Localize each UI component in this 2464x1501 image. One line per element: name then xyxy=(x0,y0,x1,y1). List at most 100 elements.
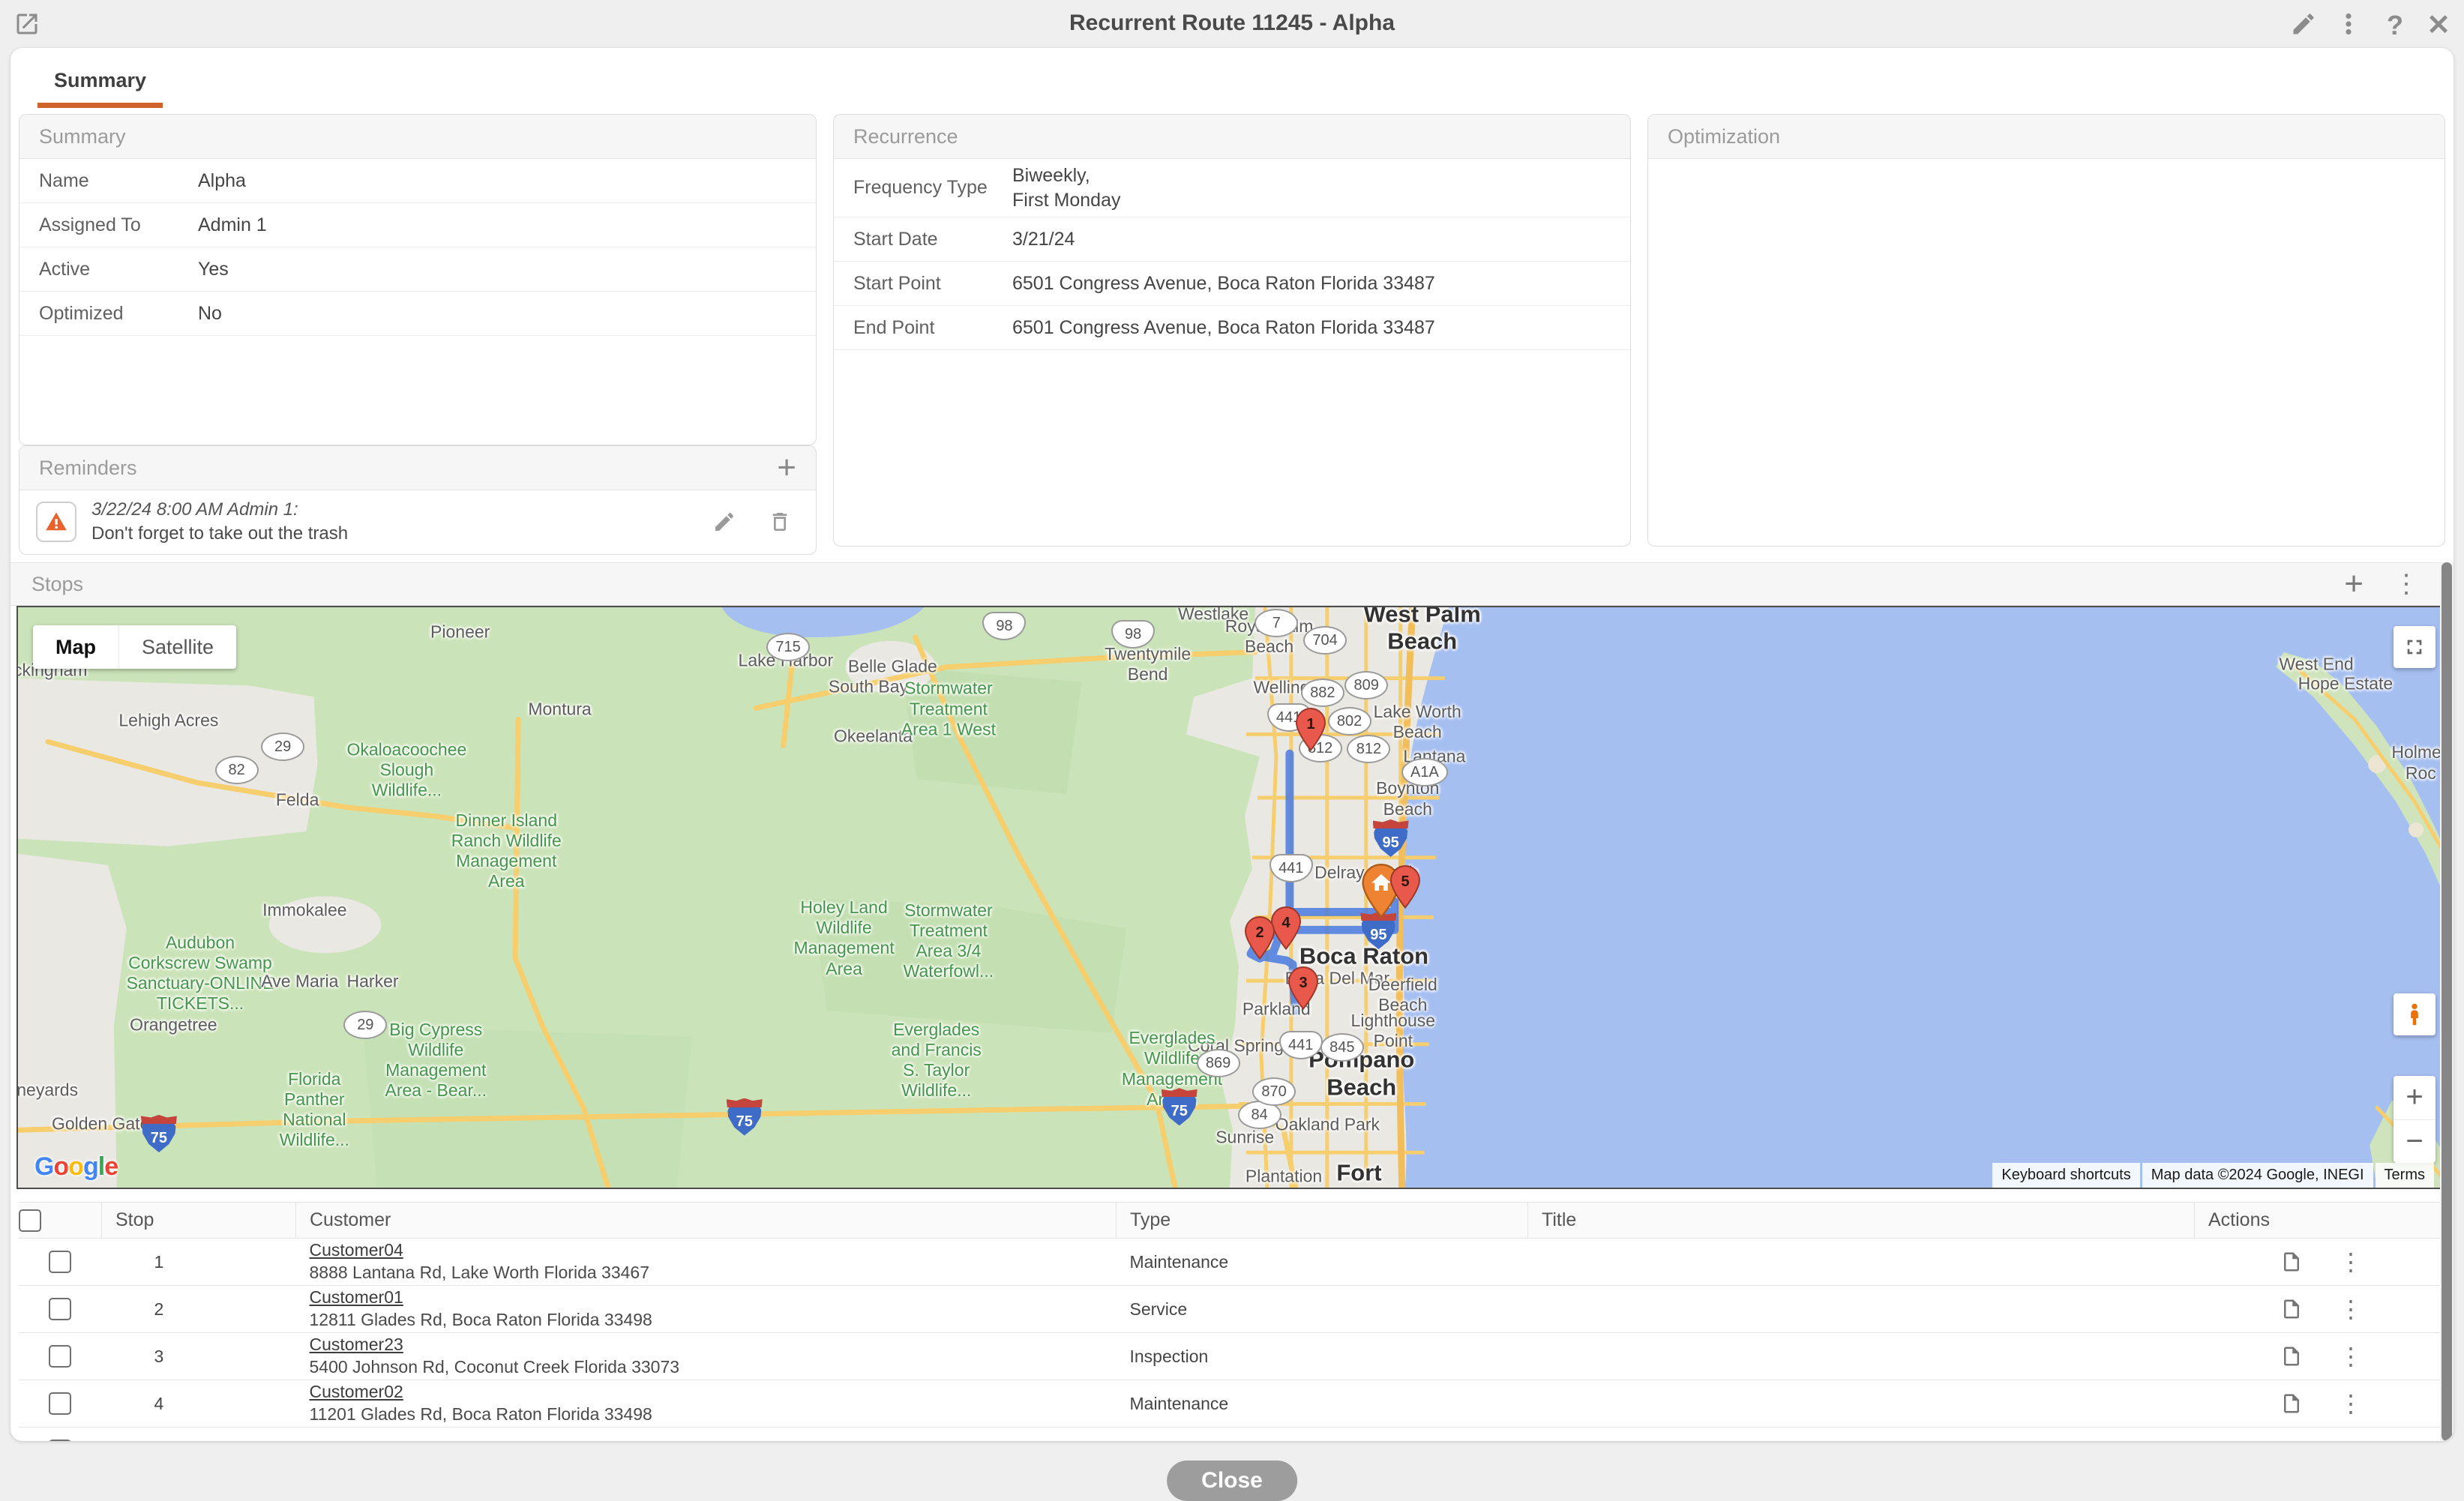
close-button[interactable]: Close xyxy=(1167,1461,1297,1501)
add-stop-button[interactable]: + xyxy=(2344,565,2364,603)
street-view-pegman[interactable] xyxy=(2394,993,2436,1035)
terms-link[interactable]: Terms xyxy=(2376,1163,2434,1188)
col-header-customer: Customer xyxy=(296,1203,1117,1239)
customer-link[interactable]: Customer01 xyxy=(310,1287,403,1309)
document-icon[interactable] xyxy=(2280,1298,2303,1320)
row-more-icon[interactable]: ⋮ xyxy=(2339,1392,2363,1415)
summary-row-active: Active Yes xyxy=(19,247,816,292)
stops-more-icon[interactable]: ⋮ xyxy=(2394,569,2419,599)
row-more-icon[interactable]: ⋮ xyxy=(2339,1251,2363,1273)
route-shield: 7 xyxy=(1254,609,1298,637)
close-window-icon[interactable]: ✕ xyxy=(2424,10,2454,40)
stop-title xyxy=(1528,1380,2195,1428)
stops-title: Stops xyxy=(31,573,83,596)
route-shield: 704 xyxy=(1303,626,1347,655)
zoom-out-button[interactable]: − xyxy=(2394,1120,2436,1164)
map-type-satellite-button[interactable]: Satellite xyxy=(118,625,236,669)
document-icon[interactable] xyxy=(2280,1251,2303,1273)
route-shield: 869 xyxy=(1197,1049,1240,1077)
stop-number: 3 xyxy=(102,1333,296,1380)
field-label: Start Date xyxy=(853,229,1012,250)
table-row: 3 Customer23 5400 Johnson Rd, Coconut Cr… xyxy=(19,1333,2454,1380)
customer-link[interactable]: Customer23 xyxy=(310,1334,403,1356)
stops-table-body: 1 Customer04 8888 Lantana Rd, Lake Worth… xyxy=(19,1239,2454,1442)
field-value: Alpha xyxy=(198,169,796,193)
route-shield: 715 xyxy=(766,633,810,661)
map-data-text: Map data ©2024 Google, INEGI xyxy=(2142,1163,2373,1188)
row-checkbox[interactable] xyxy=(49,1298,71,1320)
route-shield: 812 xyxy=(1347,735,1390,763)
stop-marker-1[interactable]: 1 xyxy=(1294,708,1327,751)
field-label: End Point xyxy=(853,317,1012,339)
customer-address: 12811 Glades Rd, Boca Raton Florida 3349… xyxy=(310,1309,1117,1332)
field-value: Yes xyxy=(198,257,796,282)
field-value: 3/21/24 xyxy=(1012,227,1611,252)
field-value: 6501 Congress Avenue, Boca Raton Florida… xyxy=(1012,316,1611,340)
field-label: Frequency Type xyxy=(853,177,1012,199)
keyboard-shortcuts-link[interactable]: Keyboard shortcuts xyxy=(1992,1163,2139,1188)
stop-type: Service xyxy=(1117,1286,1528,1333)
row-checkbox[interactable] xyxy=(49,1345,71,1368)
window-bar: Recurrent Route 11245 - Alpha ? ✕ xyxy=(0,0,2464,46)
scrollbar[interactable] xyxy=(2440,562,2454,1441)
edit-reminder-icon[interactable] xyxy=(712,510,736,534)
select-all-checkbox[interactable] xyxy=(19,1209,41,1232)
reminders-panel: Reminders + 3/22/24 8:00 AM Admin 1: Don… xyxy=(19,445,817,555)
recurrence-panel: Recurrence Frequency Type Biweekly, Firs… xyxy=(833,114,1631,547)
route-shield: 845 xyxy=(1320,1033,1364,1062)
table-row: Customer07 ⋮ xyxy=(19,1428,2454,1442)
stop-type xyxy=(1117,1428,1528,1442)
row-more-icon[interactable]: ⋮ xyxy=(2339,1345,2363,1368)
svg-text:2: 2 xyxy=(1255,924,1263,941)
row-checkbox[interactable] xyxy=(49,1440,71,1441)
route-shield: 809 xyxy=(1344,671,1388,700)
reminders-panel-header: Reminders + xyxy=(19,446,816,490)
stop-marker-3[interactable]: 3 xyxy=(1287,966,1320,1010)
route-shield: 29 xyxy=(261,733,304,761)
field-label: Assigned To xyxy=(39,214,198,236)
help-icon[interactable]: ? xyxy=(2380,10,2410,40)
map-type-map-button[interactable]: Map xyxy=(33,625,118,669)
stop-marker-5[interactable]: 5 xyxy=(1389,865,1422,909)
zoom-in-button[interactable]: + xyxy=(2394,1076,2436,1120)
optimization-panel-header: Optimization xyxy=(1648,115,2445,159)
field-value: Biweekly, First Monday xyxy=(1012,163,1611,212)
row-checkbox[interactable] xyxy=(49,1392,71,1415)
stop-number: 4 xyxy=(102,1380,296,1428)
customer-address: 8888 Lantana Rd, Lake Worth Florida 3346… xyxy=(310,1262,1117,1284)
google-logo[interactable]: Google xyxy=(34,1152,118,1182)
row-more-icon[interactable]: ⋮ xyxy=(2339,1298,2363,1320)
stop-title xyxy=(1528,1333,2195,1380)
row-more-icon[interactable]: ⋮ xyxy=(2339,1440,2363,1441)
reminder-text: Don't forget to take out the trash xyxy=(91,523,348,544)
add-reminder-button[interactable]: + xyxy=(777,453,796,483)
edit-icon[interactable] xyxy=(2290,10,2320,40)
field-label: Start Point xyxy=(853,273,1012,295)
stop-number xyxy=(102,1428,296,1442)
stop-title xyxy=(1528,1428,2195,1442)
customer-link[interactable]: Customer07 xyxy=(310,1440,403,1441)
reminder-meta: 3/22/24 8:00 AM Admin 1: xyxy=(91,499,298,520)
summary-panel-header: Summary xyxy=(19,115,816,159)
document-icon[interactable] xyxy=(2280,1392,2303,1415)
stop-title xyxy=(1528,1239,2195,1286)
customer-link[interactable]: Customer02 xyxy=(310,1381,403,1404)
col-header-title: Title xyxy=(1528,1203,2195,1239)
window-title: Recurrent Route 11245 - Alpha xyxy=(0,10,2464,36)
panels-row: Summary Name Alpha Assigned To Admin 1 A… xyxy=(19,114,2445,545)
recurrence-row-start-date: Start Date 3/21/24 xyxy=(834,217,1630,262)
customer-link[interactable]: Customer04 xyxy=(310,1239,403,1262)
document-icon[interactable] xyxy=(2280,1345,2303,1368)
delete-reminder-icon[interactable] xyxy=(768,510,792,534)
more-options-icon[interactable] xyxy=(2335,10,2365,40)
stop-marker-2[interactable]: 2 xyxy=(1243,916,1276,960)
row-checkbox[interactable] xyxy=(49,1251,71,1273)
document-icon[interactable] xyxy=(2280,1440,2303,1441)
map[interactable]: WestlakeWest Palm BeachRoyal Palm BeachT… xyxy=(16,606,2449,1189)
map-base xyxy=(18,607,2448,1188)
fullscreen-button[interactable] xyxy=(2394,626,2436,668)
tab-summary[interactable]: Summary xyxy=(37,64,163,108)
scrollbar-thumb[interactable] xyxy=(2442,562,2452,1441)
recurrence-panel-header: Recurrence xyxy=(834,115,1630,159)
field-label: Optimized xyxy=(39,303,198,325)
